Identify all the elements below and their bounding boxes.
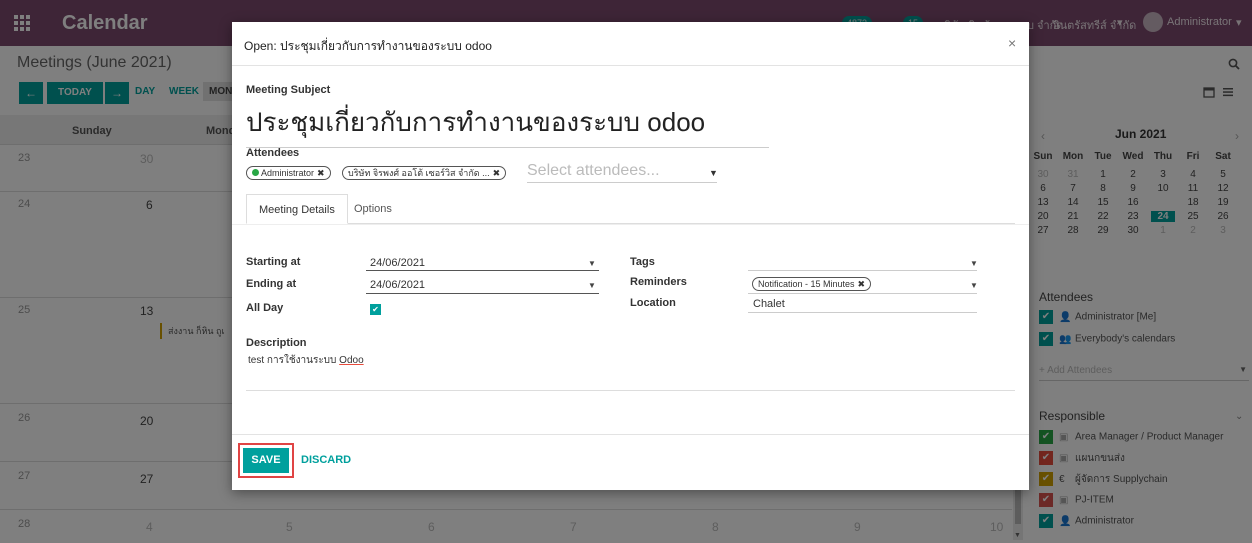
caret-down-icon[interactable]: ▼ [970, 259, 978, 268]
starting-at-input[interactable]: 24/06/2021 [370, 257, 425, 269]
caret-down-icon[interactable]: ▼ [588, 281, 596, 290]
reminders-input[interactable] [748, 293, 977, 294]
attendee-tag[interactable]: บริษัท จิรพงศ์ ออโต้ เซอร์วิส จำกัด ... ✖ [342, 166, 507, 180]
reminders-label: Reminders [630, 276, 687, 288]
starting-at-underline [366, 270, 599, 271]
discard-button[interactable]: DISCARD [301, 454, 351, 466]
ending-at-input[interactable]: 24/06/2021 [370, 279, 425, 291]
remove-tag-icon[interactable]: ✖ [493, 168, 501, 178]
reminder-tag-label: Notification - 15 Minutes [758, 279, 855, 289]
attendee-tag-label: บริษัท จิรพงศ์ ออโต้ เซอร์วิส จำกัด ... [348, 168, 490, 178]
description-misspelled-word: Odoo [339, 355, 364, 366]
caret-down-icon[interactable]: ▼ [709, 168, 718, 178]
meeting-subject-label: Meeting Subject [246, 84, 331, 96]
attendee-tag-label: Administrator [261, 168, 315, 178]
all-day-label: All Day [246, 302, 284, 314]
description-label: Description [246, 337, 307, 349]
starting-at-label: Starting at [246, 256, 301, 268]
save-button[interactable]: SAVE [243, 448, 289, 473]
remove-tag-icon[interactable]: ✖ [858, 279, 866, 289]
tags-input[interactable] [748, 270, 977, 271]
online-status-icon [252, 169, 259, 176]
attendees-input-underline [527, 182, 717, 183]
meeting-subject-input[interactable]: ประชุมเกี่ยวกับการทำงานของระบบ odoo [246, 102, 769, 148]
dialog-header: Open: ประชุมเกี่ยวกับการทำงานของระบบ odo… [232, 22, 1029, 66]
ending-at-label: Ending at [246, 278, 297, 290]
reminder-tag[interactable]: Notification - 15 Minutes ✖ [752, 277, 872, 291]
location-label: Location [630, 297, 676, 309]
remove-tag-icon[interactable]: ✖ [317, 168, 325, 178]
description-underline [246, 390, 1015, 391]
dialog-footer: SAVE DISCARD [232, 434, 1029, 490]
caret-down-icon[interactable]: ▼ [588, 259, 596, 268]
tab-divider [232, 224, 1029, 225]
ending-at-underline [366, 293, 599, 294]
dialog-tabs: Meeting Details Options [246, 194, 1015, 224]
tab-meeting-details[interactable]: Meeting Details [246, 194, 348, 224]
attendees-input[interactable]: Select attendees... [527, 162, 660, 180]
description-text: test การใช้งานระบบ [248, 355, 337, 366]
dialog-title: Open: ประชุมเกี่ยวกับการทำงานของระบบ odo… [244, 39, 492, 53]
tags-label: Tags [630, 256, 655, 268]
attendee-tag[interactable]: Administrator ✖ [246, 166, 331, 180]
close-icon[interactable]: × [1008, 35, 1016, 51]
all-day-checkbox[interactable]: ✔ [370, 304, 381, 315]
attendees-label: Attendees [246, 147, 300, 159]
location-input[interactable]: Chalet [753, 298, 785, 310]
description-input[interactable]: test การใช้งานระบบ Odoo [248, 353, 364, 368]
caret-down-icon[interactable]: ▼ [970, 281, 978, 290]
location-underline [748, 312, 977, 313]
meeting-dialog: Open: ประชุมเกี่ยวกับการทำงานของระบบ odo… [232, 22, 1029, 490]
tab-options[interactable]: Options [342, 194, 404, 224]
